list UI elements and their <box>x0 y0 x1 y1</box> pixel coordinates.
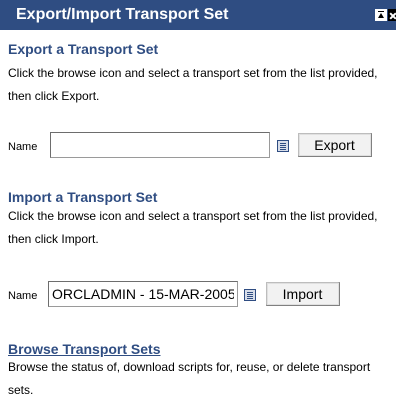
export-browse-icon[interactable] <box>277 140 289 152</box>
export-section-title: Export a Transport Set <box>8 41 159 57</box>
import-section-title: Import a Transport Set <box>8 189 158 205</box>
browse-transport-sets-link[interactable]: Browse Transport Sets <box>8 341 161 357</box>
import-description: Click the browse icon and select a trans… <box>8 209 378 246</box>
move-up-icon[interactable] <box>375 9 387 21</box>
portlet-header: Export/Import Transport Set <box>0 0 396 30</box>
import-browse-icon[interactable] <box>244 289 256 301</box>
portlet-title: Export/Import Transport Set <box>16 6 229 23</box>
close-icon[interactable] <box>388 9 396 21</box>
export-name-row: Name Export <box>8 132 390 160</box>
export-name-input[interactable] <box>50 132 270 158</box>
browse-description: Browse the status of, download scripts f… <box>8 360 371 396</box>
export-description: Click the browse icon and select a trans… <box>8 66 378 103</box>
export-button[interactable]: Export <box>298 133 372 157</box>
import-name-input[interactable] <box>48 281 238 307</box>
export-name-label: Name <box>8 141 38 153</box>
export-import-portlet: Export/Import Transport Set Export a Tra… <box>0 0 396 396</box>
import-name-row: Name Import <box>8 281 390 309</box>
import-button[interactable]: Import <box>266 282 340 306</box>
import-name-label: Name <box>8 290 38 302</box>
